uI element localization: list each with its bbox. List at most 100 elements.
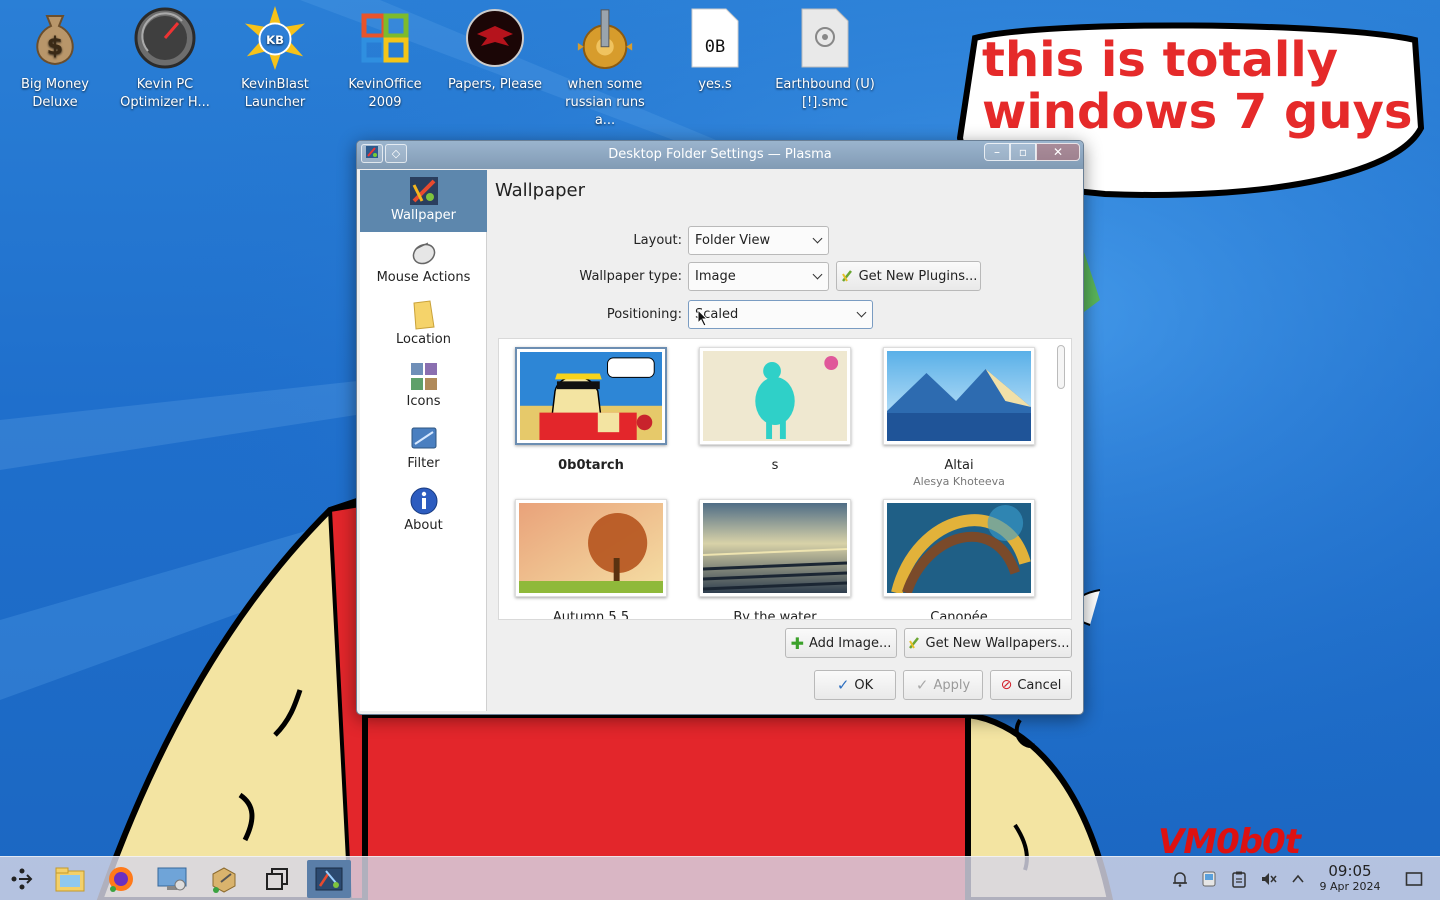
desktop-icon-kevin-pc-optimizer[interactable]: Kevin PC Optimizer H... — [113, 6, 217, 112]
checkmark-icon: ✓ — [836, 676, 850, 694]
get-new-wallpapers-button[interactable]: Get New Wallpapers... — [904, 628, 1072, 658]
taskbar-package-manager[interactable] — [202, 860, 246, 898]
wallpaper-thumb-by-the-water[interactable]: By the water — [695, 499, 855, 619]
desktop-icon-big-money-deluxe[interactable]: $ Big Money Deluxe — [3, 6, 107, 112]
get-new-plugins-button[interactable]: Get New Plugins... — [836, 261, 981, 291]
wallpaper-preview — [883, 499, 1035, 597]
plus-icon: ✚ — [790, 633, 804, 653]
dialog-title: Desktop Folder Settings — Plasma — [608, 147, 832, 162]
window-switcher-icon — [266, 868, 288, 890]
app-menu-button[interactable] — [361, 144, 383, 163]
sidebar-item-mouse-actions[interactable]: Mouse Actions — [360, 232, 487, 294]
application-launcher-button[interactable] — [0, 860, 44, 898]
layout-label: Layout: — [633, 233, 682, 248]
desktop-icon-kevinoffice-2009[interactable]: KevinOffice 2009 — [333, 6, 437, 112]
clock-date: 9 Apr 2024 — [1319, 880, 1381, 893]
add-image-button[interactable]: ✚ Add Image... — [785, 628, 897, 658]
show-desktop-icon[interactable] — [1404, 869, 1424, 889]
wallpaper-preview — [883, 347, 1035, 445]
svg-text:$: $ — [47, 32, 64, 60]
bubble-text-line2: windows 7 guys — [982, 84, 1413, 140]
wallpaper-thumb-canopee[interactable]: Canopée — [879, 499, 1039, 620]
taskbar-firefox[interactable] — [99, 860, 143, 898]
network-icon[interactable] — [1199, 869, 1219, 889]
wallpaper-preview — [515, 347, 667, 445]
keep-above-button[interactable]: ◇ — [385, 144, 407, 163]
cancel-button[interactable]: ⊘ Cancel — [990, 670, 1072, 700]
page-title: Wallpaper — [495, 180, 586, 201]
sidebar-item-label: Mouse Actions — [376, 270, 471, 285]
mouse-icon — [407, 236, 441, 270]
positioning-label: Positioning: — [606, 307, 682, 322]
wallpaper-grid-scrollbar[interactable] — [1057, 345, 1065, 389]
file-manager-icon — [55, 867, 85, 892]
bubble-text-line1: this is totally — [982, 32, 1339, 88]
wallpaper-type-combobox[interactable]: Image — [688, 262, 829, 291]
clipboard-icon[interactable] — [1229, 869, 1249, 889]
speedometer-icon — [133, 6, 197, 70]
close-button[interactable]: ✕ — [1036, 143, 1080, 161]
gear-icon — [573, 6, 637, 70]
firefox-icon — [109, 867, 133, 892]
sidebar-item-icons[interactable]: Icons — [360, 356, 487, 418]
sidebar-item-wallpaper[interactable]: Wallpaper — [360, 170, 487, 232]
wallpaper-type-value: Image — [695, 269, 736, 284]
wallpaper-thumb-altai[interactable]: Altai Alesya Khoteeva — [879, 347, 1039, 488]
plasma-icon — [366, 146, 378, 158]
desktop-icon-earthbound-smc[interactable]: Earthbound (U) [!].smc — [773, 6, 877, 112]
desktop-icon-russian-runs[interactable]: when some russian runs a... — [553, 6, 657, 130]
desktop-icon-yes-s[interactable]: 0B yes.s — [663, 6, 767, 94]
get-new-plugins-label: Get New Plugins... — [858, 268, 978, 284]
folder-icon — [407, 298, 441, 332]
wallpaper-thumb-s[interactable]: s — [695, 347, 855, 473]
launcher-icon — [11, 868, 33, 890]
ok-label: OK — [854, 677, 874, 693]
desktop-icon-papers-please[interactable]: Papers, Please — [443, 6, 547, 94]
maximize-button[interactable]: ▫ — [1010, 143, 1036, 161]
sidebar-item-about[interactable]: About — [360, 480, 487, 542]
desktop-icon-label: KevinBlast Launcher — [241, 77, 309, 110]
wallpaper-thumb-0b0tarch[interactable]: 0b0tarch — [511, 347, 671, 473]
plasma-settings-icon — [315, 867, 343, 891]
sidebar-item-filter[interactable]: Filter — [360, 418, 487, 480]
minimize-button[interactable]: – — [984, 143, 1010, 161]
chevron-down-icon — [856, 307, 867, 318]
desktop-folder-settings-dialog: ◇ Desktop Folder Settings — Plasma – ▫ ✕… — [356, 140, 1084, 715]
info-icon — [407, 484, 441, 518]
wallpaper-name: 0b0tarch — [558, 458, 624, 473]
desktop-icon-kevinblast-launcher[interactable]: KB KevinBlast Launcher — [223, 6, 327, 112]
layout-combobox[interactable]: Folder View — [688, 226, 829, 255]
globe-burst-icon: KB — [243, 6, 307, 70]
icons-icon — [407, 360, 441, 394]
file-preview-text: 0B — [704, 37, 726, 57]
add-image-label: Add Image... — [808, 635, 892, 651]
chevron-up-icon[interactable] — [1288, 869, 1308, 889]
dialog-titlebar[interactable]: ◇ Desktop Folder Settings — Plasma – ▫ ✕ — [357, 141, 1083, 169]
volume-muted-icon[interactable] — [1259, 869, 1279, 889]
sidebar-item-location[interactable]: Location — [360, 294, 487, 356]
file-icon: 0B — [683, 6, 747, 70]
desktop-icon-label: Papers, Please — [447, 77, 543, 92]
wallpaper-thumb-autumn[interactable]: Autumn 5.5 — [511, 499, 671, 619]
wallpaper-name: s — [771, 458, 779, 473]
money-bag-icon: $ — [23, 6, 87, 70]
notifications-icon[interactable] — [1170, 869, 1190, 889]
taskbar-plasma-settings[interactable] — [307, 860, 351, 898]
taskbar-window-switcher[interactable] — [255, 860, 299, 898]
taskbar-system-settings[interactable] — [150, 860, 194, 898]
sidebar: Wallpaper Mouse Actions Location Icons F… — [360, 170, 487, 711]
wallpaper-icon — [407, 174, 441, 208]
ok-button[interactable]: ✓ OK — [814, 670, 896, 700]
wallpaper-name: Canopée — [930, 610, 988, 620]
apply-button[interactable]: ✓ Apply — [903, 670, 983, 700]
taskbar-file-manager[interactable] — [48, 860, 92, 898]
package-icon — [212, 867, 236, 893]
digital-clock[interactable]: 09:05 9 Apr 2024 — [1310, 863, 1390, 894]
clock-time: 09:05 — [1328, 862, 1372, 880]
wallpaper-author: Alesya Khoteeva — [913, 475, 1005, 488]
checkmark-icon: ✓ — [915, 676, 929, 694]
wallpaper-type-label: Wallpaper type: — [579, 269, 682, 284]
positioning-combobox[interactable]: Scaled — [688, 300, 873, 329]
sidebar-item-label: Icons — [406, 394, 441, 409]
sidebar-item-label: About — [404, 518, 443, 533]
